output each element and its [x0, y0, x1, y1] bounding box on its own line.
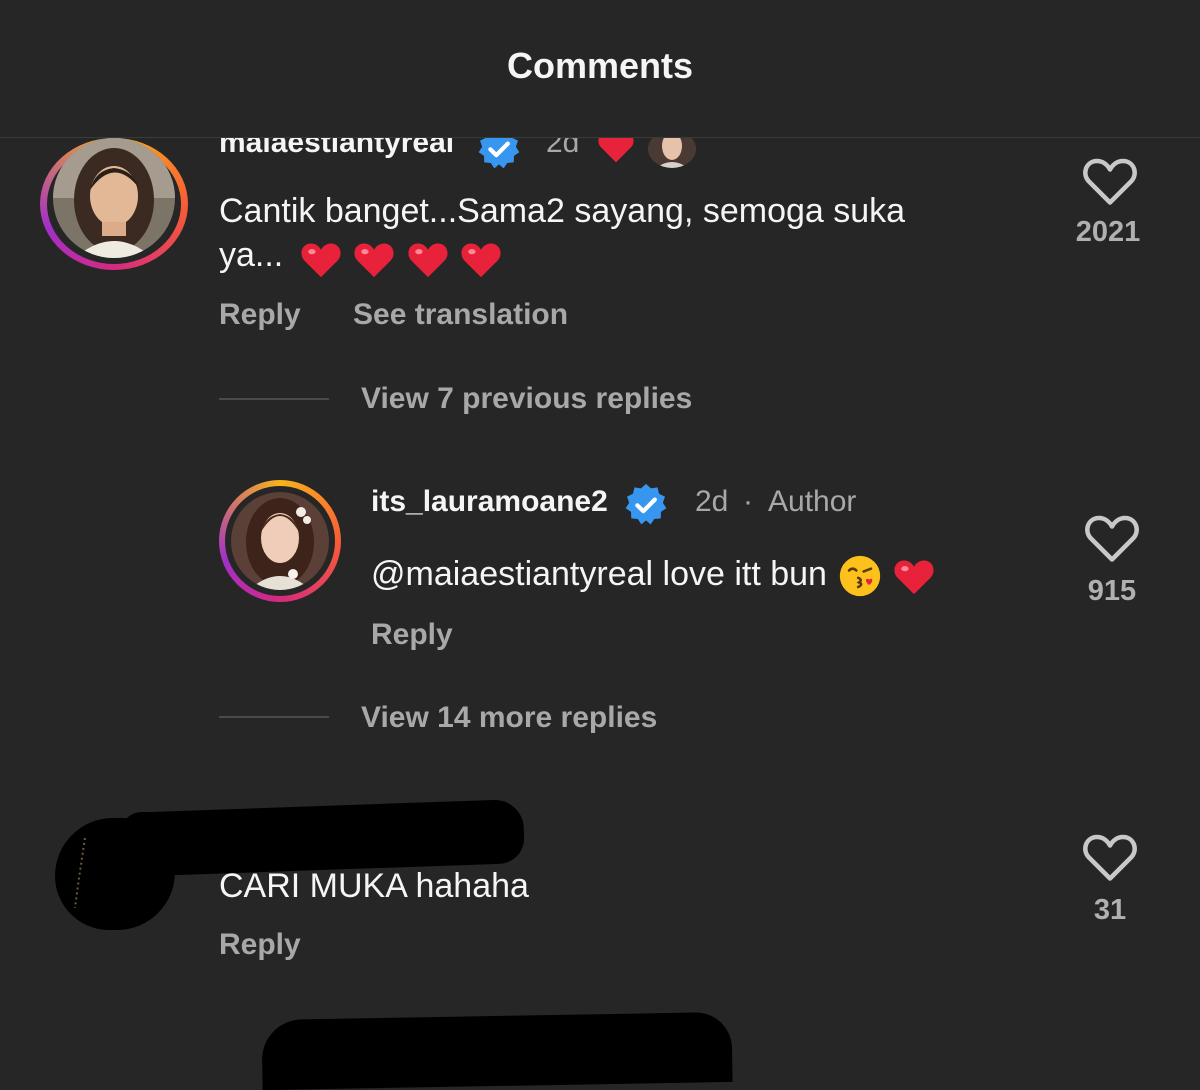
reply-text: @maiaestiantyreal love itt bun	[371, 552, 936, 598]
reply-time: 2d	[695, 485, 729, 518]
red-heart-emoji	[894, 560, 934, 595]
view-previous-replies-label[interactable]: View 7 previous replies	[361, 382, 692, 416]
red-heart-emoji	[461, 243, 501, 278]
avatar[interactable]	[231, 492, 329, 590]
reply-text-body: love itt bun	[662, 555, 827, 593]
like-count: 915	[1087, 575, 1137, 607]
replies-divider-line	[219, 716, 329, 718]
author-badge: Author	[768, 485, 857, 518]
like-count: 2021	[1075, 216, 1141, 248]
heart-outline-icon[interactable]	[1082, 509, 1142, 565]
comment-text-line-2-text: ya...	[219, 236, 284, 274]
like-count: 31	[1093, 894, 1127, 926]
red-heart-emoji	[301, 243, 341, 278]
reply-username[interactable]: its_lauramoane2	[371, 485, 608, 519]
red-heart-emoji	[354, 243, 394, 278]
verified-badge-icon	[625, 483, 667, 525]
comment-text-line-1: Cantik banget...Sama2 sayang, semoga suk…	[219, 192, 906, 230]
comments-list: maiaestiantyreal 2d Cantik banget...Sama…	[0, 0, 1200, 1090]
view-more-replies-label[interactable]: View 14 more replies	[361, 701, 657, 735]
page-title: Comments	[506, 45, 694, 86]
mention-link[interactable]: @maiaestiantyreal	[371, 555, 653, 593]
avatar[interactable]	[53, 138, 175, 258]
red-heart-emoji-group	[299, 235, 503, 279]
redacted-username-tail	[120, 812, 300, 856]
heart-outline-icon[interactable]	[1080, 828, 1140, 884]
reply-button[interactable]: Reply	[219, 928, 301, 962]
red-heart-emoji	[408, 243, 448, 278]
comment-text-line-2: ya...	[219, 233, 503, 279]
comments-header: Comments	[0, 0, 1200, 138]
comment-text: CARI MUKA hahaha	[219, 867, 529, 905]
redacted-next-comment	[261, 1011, 733, 1090]
replies-divider-line	[219, 398, 329, 400]
see-translation-button[interactable]: See translation	[353, 298, 568, 332]
kissing-face-emoji	[840, 555, 881, 597]
meta-separator: ·	[743, 485, 753, 518]
reply-button[interactable]: Reply	[371, 618, 453, 652]
reply-button[interactable]: Reply	[219, 298, 301, 332]
heart-outline-icon[interactable]	[1080, 152, 1140, 208]
